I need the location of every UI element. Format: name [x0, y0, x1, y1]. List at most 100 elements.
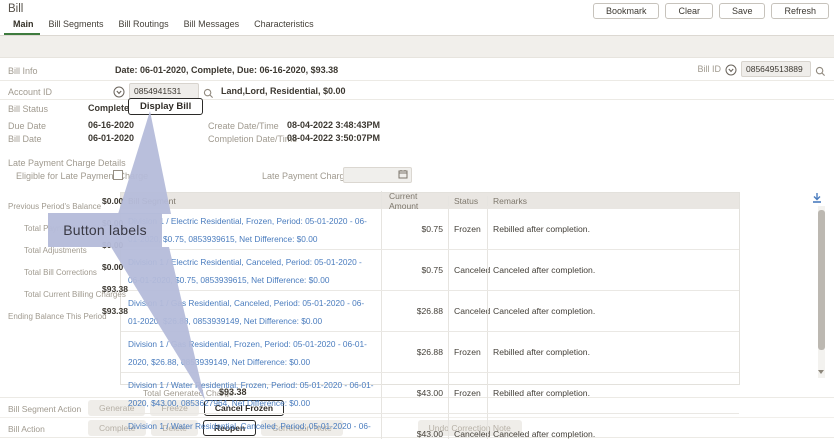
bill-id-label: Bill ID — [697, 64, 721, 74]
status-value: Frozen — [454, 388, 481, 398]
scrollbar-down-arrow-icon[interactable] — [818, 370, 824, 374]
due-date-label: Due Date — [8, 121, 47, 131]
account-id-cluster: Land,Lord, Residential, $0.00 — [113, 83, 346, 99]
bill-segment-action-label: Bill Segment Action — [8, 404, 82, 414]
remarks-cell: Canceled after completion. — [487, 291, 739, 331]
eligible-late-payment-checkbox[interactable] — [113, 170, 123, 180]
tab-bill-routings[interactable]: Bill Routings — [119, 19, 169, 35]
totals-row: Ending Balance This Period $93.38 — [8, 306, 128, 324]
remarks-value: Canceled after completion. — [493, 265, 596, 275]
status-value: Canceled — [454, 265, 491, 275]
bill-segment-link[interactable]: Division 1 / Water Residential, Frozen, … — [128, 380, 374, 408]
current-amount-value: $43.00 — [416, 388, 443, 398]
toolbar-button-bookmark[interactable]: Bookmark — [592, 3, 660, 19]
table-header: Bill Segment Current Amount Status Remar… — [121, 191, 739, 211]
tab-main[interactable]: Main — [4, 19, 39, 36]
current-amount-cell: $26.88 — [381, 291, 448, 331]
bill-status-label: Bill Status — [8, 104, 49, 114]
scrollbar-track[interactable] — [818, 206, 825, 378]
toolbar-button-refresh[interactable]: Refresh — [771, 3, 829, 19]
account-id-label: Account ID — [8, 87, 53, 97]
remarks-cell: Rebilled after completion. — [487, 209, 739, 249]
bill-date-value: 06-01-2020 — [88, 133, 135, 143]
bill-segment-cell: Division 1 / Water Residential, Canceled… — [121, 414, 381, 439]
due-date-value: 06-16-2020 — [88, 120, 135, 130]
bill-segment-link[interactable]: Division 1 / Electric Residential, Froze… — [128, 216, 367, 244]
table-row: Division 1 / Electric Residential, Froze… — [121, 209, 739, 250]
status-cell: Canceled — [448, 250, 491, 290]
current-amount-value: $0.75 — [421, 265, 443, 275]
toolbar: Bookmark Clear Save Refresh — [592, 3, 829, 19]
bill-page: Bill Bookmark Clear Save Refresh Main Bill S… — [0, 0, 834, 439]
bill-info-value: Date: 06-01-2020, Complete, Due: 06-16-2… — [115, 65, 339, 75]
bill-id-input[interactable] — [741, 61, 811, 77]
completion-datetime-value: 08-04-2022 3:50:07PM — [287, 133, 381, 143]
status-value: Frozen — [454, 224, 481, 234]
search-icon[interactable] — [203, 86, 214, 98]
totals-label: Previous Period's Balance — [8, 202, 102, 211]
scrollbar-thumb[interactable] — [818, 210, 825, 350]
current-amount-cell: $43.00 — [381, 414, 448, 439]
totals-row: Total Adjustments $0.00 — [24, 240, 123, 258]
bill-id-cluster: Bill ID — [697, 61, 826, 77]
remarks-cell: Canceled after completion. — [487, 250, 739, 290]
completion-datetime-label: Completion Date/Time — [208, 134, 298, 144]
display-bill-button[interactable]: Display Bill — [128, 98, 204, 115]
bill-segment-cell: Division 1 / Gas Residential, Canceled, … — [121, 291, 381, 331]
totals-value: $0.00 — [102, 261, 124, 272]
toolbar-button-save[interactable]: Save — [718, 3, 766, 19]
totals-value: $93.38 — [102, 283, 128, 294]
remarks-cell: Rebilled after completion. — [487, 373, 739, 413]
bill-segment-cell: Division 1 / Gas Residential, Frozen, Pe… — [121, 332, 381, 372]
remarks-value: Rebilled after completion. — [493, 347, 590, 357]
tab-bill-messages[interactable]: Bill Messages — [184, 19, 240, 35]
table-row: Division 1 / Electric Residential, Cance… — [121, 250, 739, 291]
bill-segment-link[interactable]: Division 1 / Gas Residential, Canceled, … — [128, 298, 364, 326]
column-bill-segment: Bill Segment — [128, 196, 176, 206]
status-value: Canceled — [454, 429, 491, 439]
create-datetime-value: 08-04-2022 3:48:43PM — [287, 120, 381, 130]
late-payment-section-label: Late Payment Charge Details — [8, 158, 126, 168]
current-amount-value: $0.75 — [421, 224, 443, 234]
bill-info-label: Bill Info — [8, 66, 38, 76]
table-body: Division 1 / Electric Residential, Froze… — [121, 209, 739, 439]
table-row: Division 1 / Water Residential, Canceled… — [121, 414, 739, 439]
page-title: Bill — [8, 3, 24, 15]
bill-segments-table: Bill Segment Current Amount Status Remar… — [120, 191, 740, 439]
totals-value: $93.38 — [102, 305, 128, 316]
tab-bill-segments[interactable]: Bill Segments — [49, 19, 104, 35]
totals-value: $0.00 — [102, 195, 124, 206]
calendar-icon[interactable] — [398, 166, 408, 184]
row-divider — [0, 99, 834, 100]
column-status: Status — [448, 196, 487, 206]
totals-row: Total Payments $0.00 — [24, 218, 123, 236]
bill-segment-link[interactable]: Division 1 / Water Residential, Canceled… — [128, 421, 371, 439]
totals-label: Ending Balance This Period — [8, 312, 107, 321]
eligible-late-payment-label: Eligible for Late Payment Charge — [16, 171, 149, 181]
header-band — [0, 36, 834, 58]
current-amount-value: $43.00 — [416, 429, 443, 439]
search-icon[interactable] — [815, 64, 826, 76]
status-cell: Frozen — [448, 332, 487, 372]
status-cell: Frozen — [448, 373, 487, 413]
bill-segment-cell: Division 1 / Water Residential, Frozen, … — [121, 373, 381, 413]
current-amount-value: $26.88 — [416, 347, 443, 357]
totals-value: $0.00 — [102, 217, 124, 228]
tab-bar: Main Bill Segments Bill Routings Bill Messa… — [4, 19, 314, 36]
totals-value: $0.00 — [102, 239, 124, 250]
toolbar-button-clear[interactable]: Clear — [665, 3, 713, 19]
bill-segment-link[interactable]: Division 1 / Electric Residential, Cance… — [128, 257, 362, 285]
bill-segment-link[interactable]: Division 1 / Gas Residential, Frozen, Pe… — [128, 339, 367, 367]
tab-characteristics[interactable]: Characteristics — [254, 19, 314, 35]
current-amount-value: $26.88 — [416, 306, 443, 316]
status-value: Canceled — [454, 306, 491, 316]
account-id-input[interactable] — [129, 83, 199, 99]
account-description: Land,Lord, Residential, $0.00 — [221, 86, 346, 96]
status-cell: Canceled — [448, 414, 491, 439]
remarks-value: Rebilled after completion. — [493, 224, 590, 234]
context-menu-icon[interactable] — [113, 85, 125, 98]
late-payment-charge-date-input[interactable] — [343, 167, 412, 183]
remarks-value: Canceled after completion. — [493, 306, 596, 316]
context-menu-icon[interactable] — [725, 63, 737, 76]
table-row: Division 1 / Gas Residential, Frozen, Pe… — [121, 332, 739, 373]
